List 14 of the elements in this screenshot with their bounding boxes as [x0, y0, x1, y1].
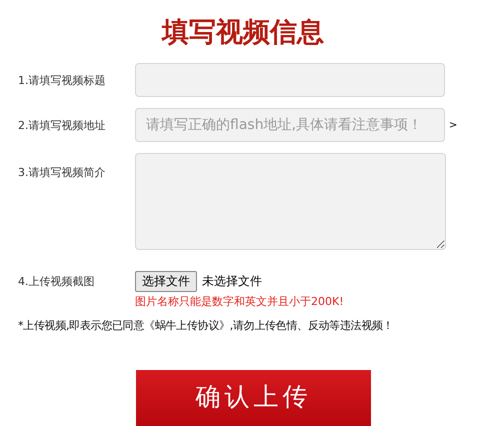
input-field[interactable]: 请填写正确的flash地址,具体请看注意事项！	[135, 108, 445, 142]
field-label: 2.请填写视频地址	[18, 118, 106, 132]
submit-button[interactable]: 确认上传	[136, 370, 371, 426]
input-field[interactable]	[135, 63, 445, 97]
choose-file-button[interactable]: 选择文件	[135, 271, 197, 292]
text-area[interactable]	[135, 153, 446, 250]
arrow-text: >	[449, 120, 458, 130]
field-label: 1.请填写视频标题	[18, 72, 106, 88]
file-status: 未选择文件	[202, 273, 262, 290]
field-label: 4.上传视频截图	[18, 274, 96, 289]
hint-text: 图片名称只能是数字和英文并且小于200K!	[135, 294, 344, 309]
field-label: 3.请填写视频简介	[18, 165, 106, 180]
page-title: 填写视频信息	[160, 16, 325, 50]
notice-text: *上传视频,即表示您已同意《蜗牛上传协议》,请勿上传色情、反动等违法视频！	[18, 318, 394, 333]
